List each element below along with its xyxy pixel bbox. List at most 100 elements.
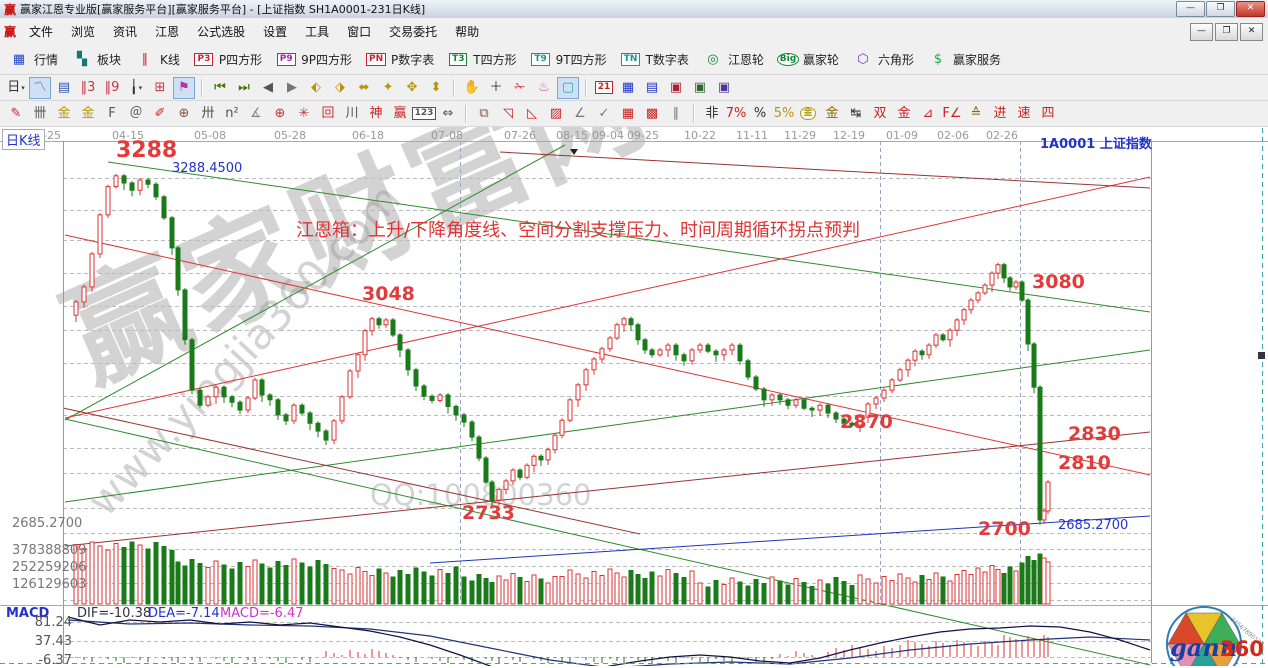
menu-item-浏览[interactable]: 浏览 [62, 19, 104, 44]
gann-wheel-button[interactable]: ◎江恩轮 [699, 46, 767, 72]
parallel-tool[interactable]: ∥ [665, 103, 687, 125]
target-tool[interactable]: ⊕ [173, 103, 195, 125]
skip-end-button[interactable]: ⏭ [233, 77, 255, 99]
pen-tool[interactable]: ✎ [5, 103, 27, 125]
fence2-tool[interactable]: 卅 [197, 103, 219, 125]
pen2-tool[interactable]: ✐ [149, 103, 171, 125]
starburst-tool[interactable]: ✳ [293, 103, 315, 125]
knife-tool[interactable]: ↹ [845, 103, 867, 125]
bars-3-icon[interactable]: ‖3 [77, 77, 99, 99]
mdi-restore-button[interactable]: ❐ [1215, 23, 1238, 41]
gold-red-tool[interactable]: 金 [893, 103, 915, 125]
skip-start-button[interactable]: ⏮ [209, 77, 231, 99]
t-number-button-glyph[interactable]: TN [620, 48, 642, 70]
angle-eq-tool[interactable]: ⊿ [917, 103, 939, 125]
hexagon-button[interactable]: ⬡六角形 [849, 46, 917, 72]
f-fence-tool[interactable]: F [101, 103, 123, 125]
p-square-button-glyph[interactable]: P3 [193, 48, 215, 70]
bars-9-icon[interactable]: ‖9 [101, 77, 123, 99]
spiral-square-tool[interactable]: 回 [317, 103, 339, 125]
flag-icon[interactable]: ⚑ [173, 77, 195, 99]
calendar-icon[interactable]: 21 [593, 77, 615, 99]
si-tool[interactable]: 四 [1037, 103, 1059, 125]
menu-item-文件[interactable]: 文件 [20, 19, 62, 44]
percent-tool[interactable]: % [749, 103, 771, 125]
stamp-tool[interactable]: ♨ [533, 77, 555, 99]
sectors-button[interactable]: ▚板块 [68, 46, 124, 72]
maximize-button[interactable]: ❐ [1206, 1, 1235, 17]
fan-box-tool[interactable]: ◺ [521, 103, 543, 125]
diamond-right-button[interactable]: ⬗ [329, 77, 351, 99]
minimize-button[interactable]: — [1176, 1, 1205, 17]
spiral-tool[interactable]: ＠ [125, 103, 147, 125]
p-number-button-glyph[interactable]: PN [365, 48, 387, 70]
candle-style-dropdown[interactable]: 日▾ [5, 77, 27, 99]
export-icon[interactable]: ▣ [689, 77, 711, 99]
diamond-left-button[interactable]: ⬖ [305, 77, 327, 99]
shen-tool[interactable]: 神 [365, 103, 387, 125]
t9-square-button-glyph[interactable]: T9 [530, 48, 552, 70]
grid-tool[interactable]: ▦ [617, 103, 639, 125]
quotes-button[interactable]: ▦行情 [5, 46, 61, 72]
gann-box-tool[interactable]: ▨ [545, 103, 567, 125]
wave-tool[interactable]: 川 [341, 103, 363, 125]
menu-item-设置[interactable]: 设置 [254, 19, 296, 44]
t-number-button[interactable]: TNT数字表 [617, 46, 692, 72]
kline-button-glyph[interactable]: ∥ [134, 48, 156, 70]
box-tool[interactable]: ⧉ [473, 103, 495, 125]
zigzag-window-icon[interactable]: 〽 [29, 77, 51, 99]
crosshair-tool[interactable]: ＋ [485, 77, 507, 99]
hand-tool[interactable]: ✋ [461, 77, 483, 99]
gold-angle-tool[interactable]: ≙ [965, 103, 987, 125]
double-a-tool[interactable]: 双 [869, 103, 891, 125]
roundbox-tool[interactable]: ▢ [557, 77, 579, 99]
import-icon[interactable]: ▣ [713, 77, 735, 99]
service-button[interactable]: $赢家服务 [924, 46, 1004, 72]
mdi-close-button[interactable]: ✕ [1240, 23, 1263, 41]
mdi-system-icon[interactable]: 赢 [4, 23, 16, 40]
p-number-button[interactable]: PNP数字表 [362, 46, 437, 72]
diamond-center-button[interactable]: ✦ [377, 77, 399, 99]
ying-tool[interactable]: 赢 [389, 103, 411, 125]
t-square-button[interactable]: T3T四方形 [444, 46, 519, 72]
notes-icon[interactable]: ▤ [641, 77, 663, 99]
diamond-cross-button[interactable]: ✥ [401, 77, 423, 99]
n2-tool[interactable]: n² [221, 103, 243, 125]
kline-mode-label[interactable]: 日K线 [2, 129, 45, 150]
service-button-glyph[interactable]: $ [927, 48, 949, 70]
selection-handle[interactable] [1258, 352, 1265, 359]
percent7-tool[interactable]: 7% [725, 103, 747, 125]
jin-tool[interactable]: 进 [989, 103, 1011, 125]
gann-wheel-button-glyph[interactable]: ◎ [702, 48, 724, 70]
bars-tool[interactable]: 非 [701, 103, 723, 125]
menu-item-工具[interactable]: 工具 [296, 19, 338, 44]
gold-lines-tool[interactable]: 金 [821, 103, 843, 125]
close-button[interactable]: ✕ [1236, 1, 1265, 17]
angle-lines-tool[interactable]: ∠ [569, 103, 591, 125]
save-icon[interactable]: ▣ [665, 77, 687, 99]
angle-a-tool[interactable]: ∡ [245, 103, 267, 125]
circle-cross-tool[interactable]: ⊕ [269, 103, 291, 125]
percent5-tool[interactable]: 5% [773, 103, 795, 125]
menu-item-交易委托[interactable]: 交易委托 [380, 19, 446, 44]
menu-item-公式选股[interactable]: 公式选股 [188, 19, 254, 44]
t-square-button-glyph[interactable]: T3 [447, 48, 469, 70]
prev-button[interactable]: ◀ [257, 77, 279, 99]
check-tool[interactable]: ✓ [593, 103, 615, 125]
sectors-button-glyph[interactable]: ▚ [71, 48, 93, 70]
candle-dropdown[interactable]: ╽▾ [125, 77, 147, 99]
kline-button[interactable]: ∥K线 [131, 46, 183, 72]
fence-tool[interactable]: 卌 [29, 103, 51, 125]
t9-square-button[interactable]: T99T四方形 [527, 46, 610, 72]
fan-tool[interactable]: ◹ [497, 103, 519, 125]
mdi-minimize-button[interactable]: — [1190, 23, 1213, 41]
ruler-tool[interactable]: 123 [413, 103, 435, 125]
gold-circle-tool[interactable]: 金 [797, 103, 819, 125]
scissors-tool[interactable]: ✁ [509, 77, 531, 99]
su-tool[interactable]: 速 [1013, 103, 1035, 125]
winner-wheel-button[interactable]: Big赢家轮 [774, 46, 842, 72]
grid2-tool[interactable]: ▩ [641, 103, 663, 125]
hexagon-button-glyph[interactable]: ⬡ [852, 48, 874, 70]
width-tool[interactable]: ⇔ [437, 103, 459, 125]
document-icon[interactable]: ▤ [53, 77, 75, 99]
